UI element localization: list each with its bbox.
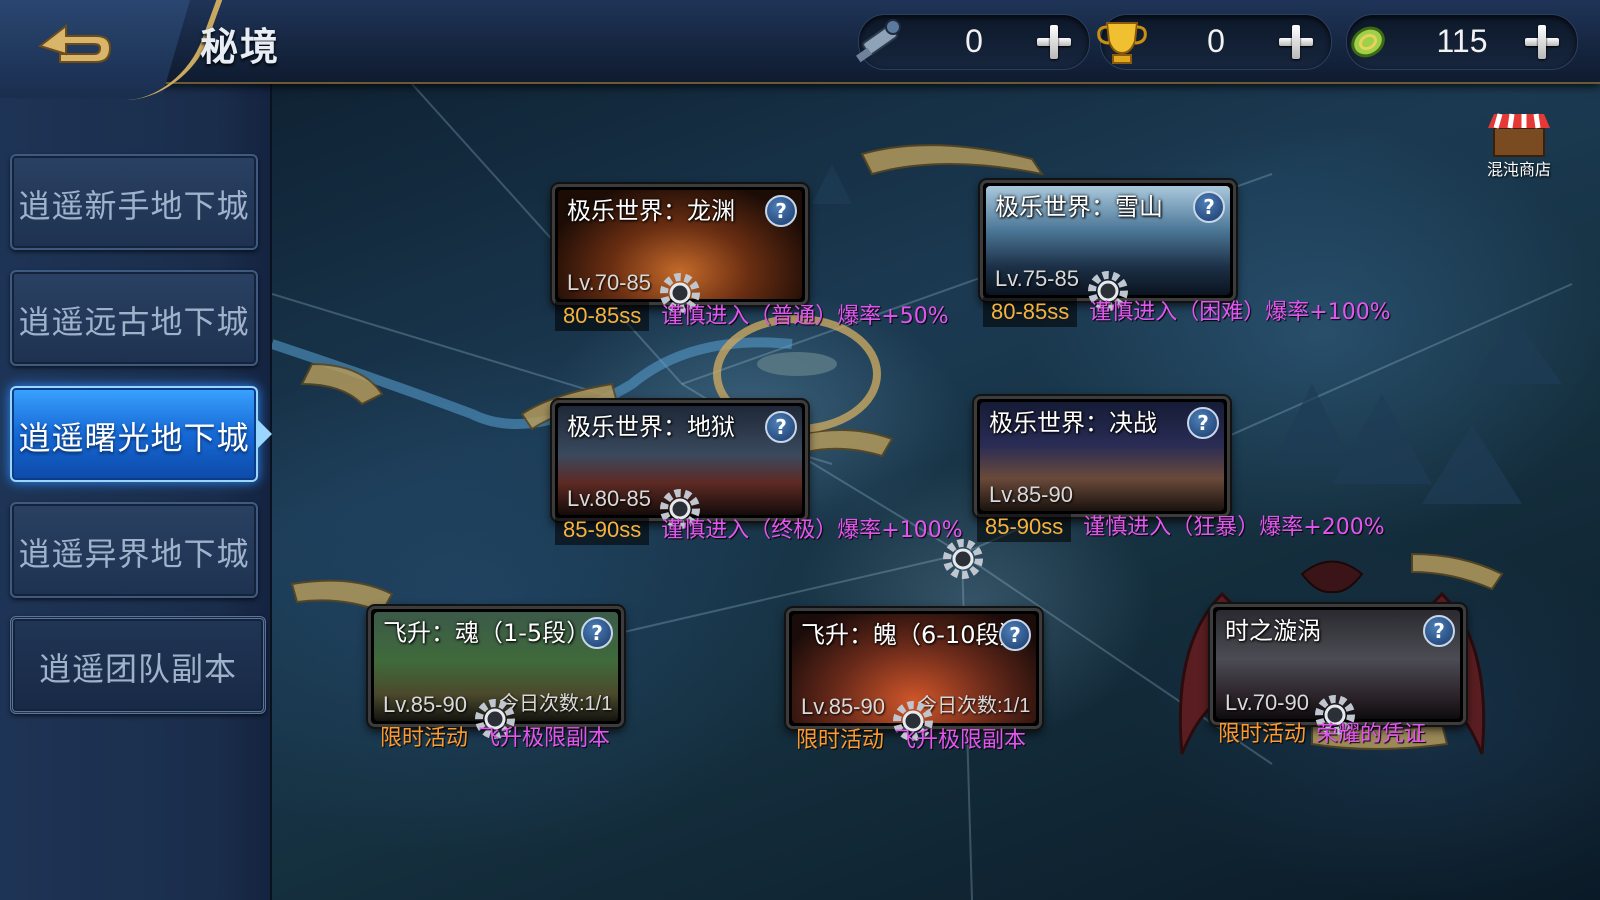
dungeon-level: Lv.70-85 <box>567 270 651 295</box>
dungeon-tag-row: 限时活动 荣耀的凭证 <box>1218 716 1426 748</box>
add-currency-button[interactable] <box>1521 21 1563 63</box>
gold-trophy-icon <box>1097 22 1147 64</box>
world-map: 混沌商店 极乐世界：龙渊 ? Lv.70-85 80-85ss 谨慎进入（普通）爆… <box>272 84 1600 900</box>
dungeon-level: Lv.80-85 <box>567 486 651 511</box>
dungeon-title: 极乐世界：地狱 <box>567 413 735 441</box>
gear-icon <box>943 539 983 579</box>
help-icon[interactable]: ? <box>581 617 613 649</box>
event-note: 荣耀的凭证 <box>1316 722 1427 747</box>
help-icon[interactable]: ? <box>765 195 797 227</box>
level-range-badge: 85-90ss <box>555 515 650 545</box>
help-icon[interactable]: ? <box>999 619 1031 651</box>
event-note: 飞升极限副本 <box>478 726 611 751</box>
sidebar-item-team[interactable]: 逍遥团队副本 <box>10 616 266 714</box>
add-currency-button[interactable] <box>1033 21 1075 63</box>
event-tag: 限时活动 <box>380 726 469 751</box>
chaos-shop-button[interactable]: 混沌商店 <box>1474 108 1564 179</box>
currency-coin: 115 <box>1346 14 1578 70</box>
sidebar-item-otherworld[interactable]: 逍遥异界地下城 <box>10 502 258 598</box>
dungeon-title: 时之漩涡 <box>1225 617 1321 645</box>
sidebar-item-novice[interactable]: 逍遥新手地下城 <box>10 154 258 250</box>
help-icon[interactable]: ? <box>1193 191 1225 223</box>
event-tag: 限时活动 <box>1218 722 1307 747</box>
dungeon-level: Lv.85-90 <box>989 482 1073 507</box>
level-range-badge: 80-85ss <box>555 301 650 331</box>
dungeon-level: Lv.85-90 <box>801 694 885 719</box>
dungeon-level: Lv.75-85 <box>995 266 1079 291</box>
back-arrow-icon <box>37 23 112 63</box>
gold-coin-icon <box>1351 26 1385 58</box>
dungeon-tag-row: 80-85ss 谨慎进入（困难）爆率+100% <box>983 294 1391 327</box>
dungeon-tag-row: 80-85ss 谨慎进入（普通）爆率+50% <box>555 298 949 331</box>
dungeon-card-final-battle[interactable]: 极乐世界：决战 ? Lv.85-90 <box>974 396 1230 517</box>
sidebar-item-label: 逍遥远古地下城 <box>18 303 250 341</box>
shop-stall-icon <box>1488 113 1550 157</box>
dungeon-tag-row: 85-90ss 谨慎进入（终极）爆率+100% <box>555 512 963 545</box>
sidebar-item-label: 逍遥曙光地下城 <box>18 419 250 457</box>
dungeon-tag-row: 限时活动 飞升极限副本 <box>796 722 1026 754</box>
currency-value: 0 <box>965 23 983 59</box>
currency-value: 0 <box>1207 23 1225 59</box>
event-note: 飞升极限副本 <box>894 728 1027 753</box>
help-icon[interactable]: ? <box>1187 407 1219 439</box>
help-icon[interactable]: ? <box>1423 615 1455 647</box>
currency-telescope: 0 <box>855 14 1090 70</box>
dungeon-level: Lv.85-90 <box>383 692 467 717</box>
sidebar-item-dawn[interactable]: 逍遥曙光地下城 <box>10 386 272 482</box>
currency-value: 115 <box>1436 23 1488 59</box>
add-currency-button[interactable] <box>1275 21 1317 63</box>
sidebar-item-ancient[interactable]: 逍遥远古地下城 <box>10 270 258 366</box>
dungeon-title: 飞升：魂（1-5段） <box>383 619 591 647</box>
sidebar-item-label: 逍遥新手地下城 <box>18 187 250 225</box>
drop-rate-note: 谨慎进入（狂暴）爆率+200% <box>1083 515 1385 540</box>
dungeon-level: Lv.70-90 <box>1225 690 1309 715</box>
drop-rate-note: 谨慎进入（终极）爆率+100% <box>661 518 963 543</box>
page-title: 秘境 <box>200 25 281 69</box>
currency-trophy: 0 <box>1097 14 1332 70</box>
level-range-badge: 80-85ss <box>983 297 1078 327</box>
dungeon-title: 极乐世界：雪山 <box>995 193 1163 221</box>
drop-rate-note: 谨慎进入（普通）爆率+50% <box>661 304 949 329</box>
drop-rate-note: 谨慎进入（困难）爆率+100% <box>1089 300 1391 325</box>
dungeon-tag-row: 限时活动 飞升极限副本 <box>380 720 610 752</box>
telescope-icon <box>855 19 901 63</box>
dungeon-title: 极乐世界：决战 <box>989 409 1157 437</box>
shop-label: 混沌商店 <box>1486 160 1551 179</box>
sidebar-item-label: 逍遥团队副本 <box>38 650 237 688</box>
sidebar: 逍遥新手地下城 逍遥远古地下城 逍遥曙光地下城 逍遥异界地下城 逍遥团队副本 <box>0 82 272 900</box>
dungeon-title: 极乐世界：龙渊 <box>567 197 735 225</box>
help-icon[interactable]: ? <box>765 411 797 443</box>
top-bar: 秘境 0 0 115 <box>0 0 1600 100</box>
sidebar-item-label: 逍遥异界地下城 <box>18 535 250 573</box>
dungeon-title: 飞升：魄（6-10段） <box>801 621 1024 649</box>
event-tag: 限时活动 <box>796 728 885 753</box>
dungeon-tag-row: 85-90ss 谨慎进入（狂暴）爆率+200% <box>977 509 1385 542</box>
level-range-badge: 85-90ss <box>977 512 1072 542</box>
